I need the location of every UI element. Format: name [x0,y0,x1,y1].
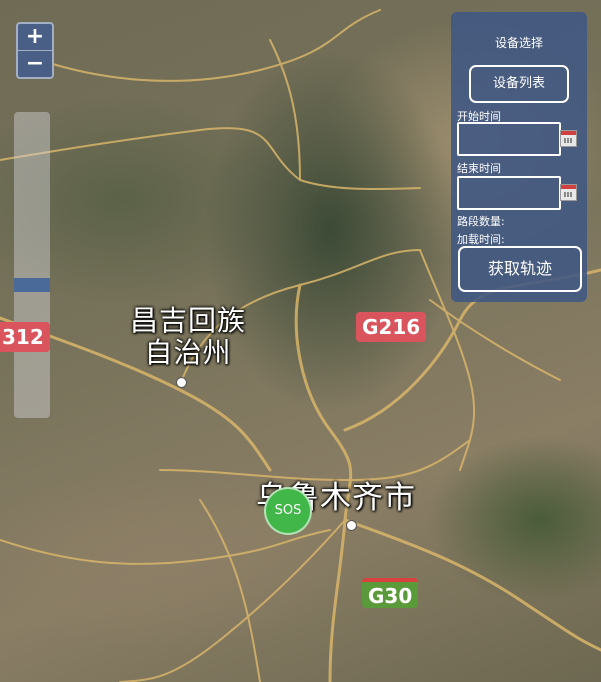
zoom-slider[interactable] [14,112,50,418]
city-dot [346,520,357,531]
zoom-out-button[interactable]: − [18,50,52,77]
road-shield-g216: G216 [356,312,427,342]
end-time-input[interactable] [457,176,561,210]
panel-title: 设备选择 [494,36,543,50]
zoom-slider-handle[interactable] [14,278,50,292]
prefecture-label: 昌吉回族 自治州 [129,304,246,369]
end-time-label: 结束时间 [457,162,501,175]
satellite-map[interactable]: + − 312 G216 G30 昌吉回族 自治州 乌鲁木齐市 SOS 设备选择… [0,0,601,682]
calendar-icon[interactable] [560,184,577,201]
road-shield-312: 312 [0,322,50,352]
sos-marker[interactable]: SOS [264,487,312,535]
get-track-button[interactable]: 获取轨迹 [458,246,582,292]
zoom-control: + − [16,22,54,79]
segment-count-label: 路段数量: [457,215,505,228]
device-panel: 设备选择 设备列表 开始时间 结束时间 路段数量: 加载时间: 获取轨迹 [451,12,587,302]
start-time-input[interactable] [457,122,561,156]
load-time-label: 加载时间: [457,233,505,246]
road-shield-g30: G30 [362,578,419,608]
calendar-icon[interactable] [560,130,577,147]
device-list-button[interactable]: 设备列表 [469,65,569,103]
zoom-in-button[interactable]: + [18,24,52,50]
prefecture-dot [176,377,187,388]
